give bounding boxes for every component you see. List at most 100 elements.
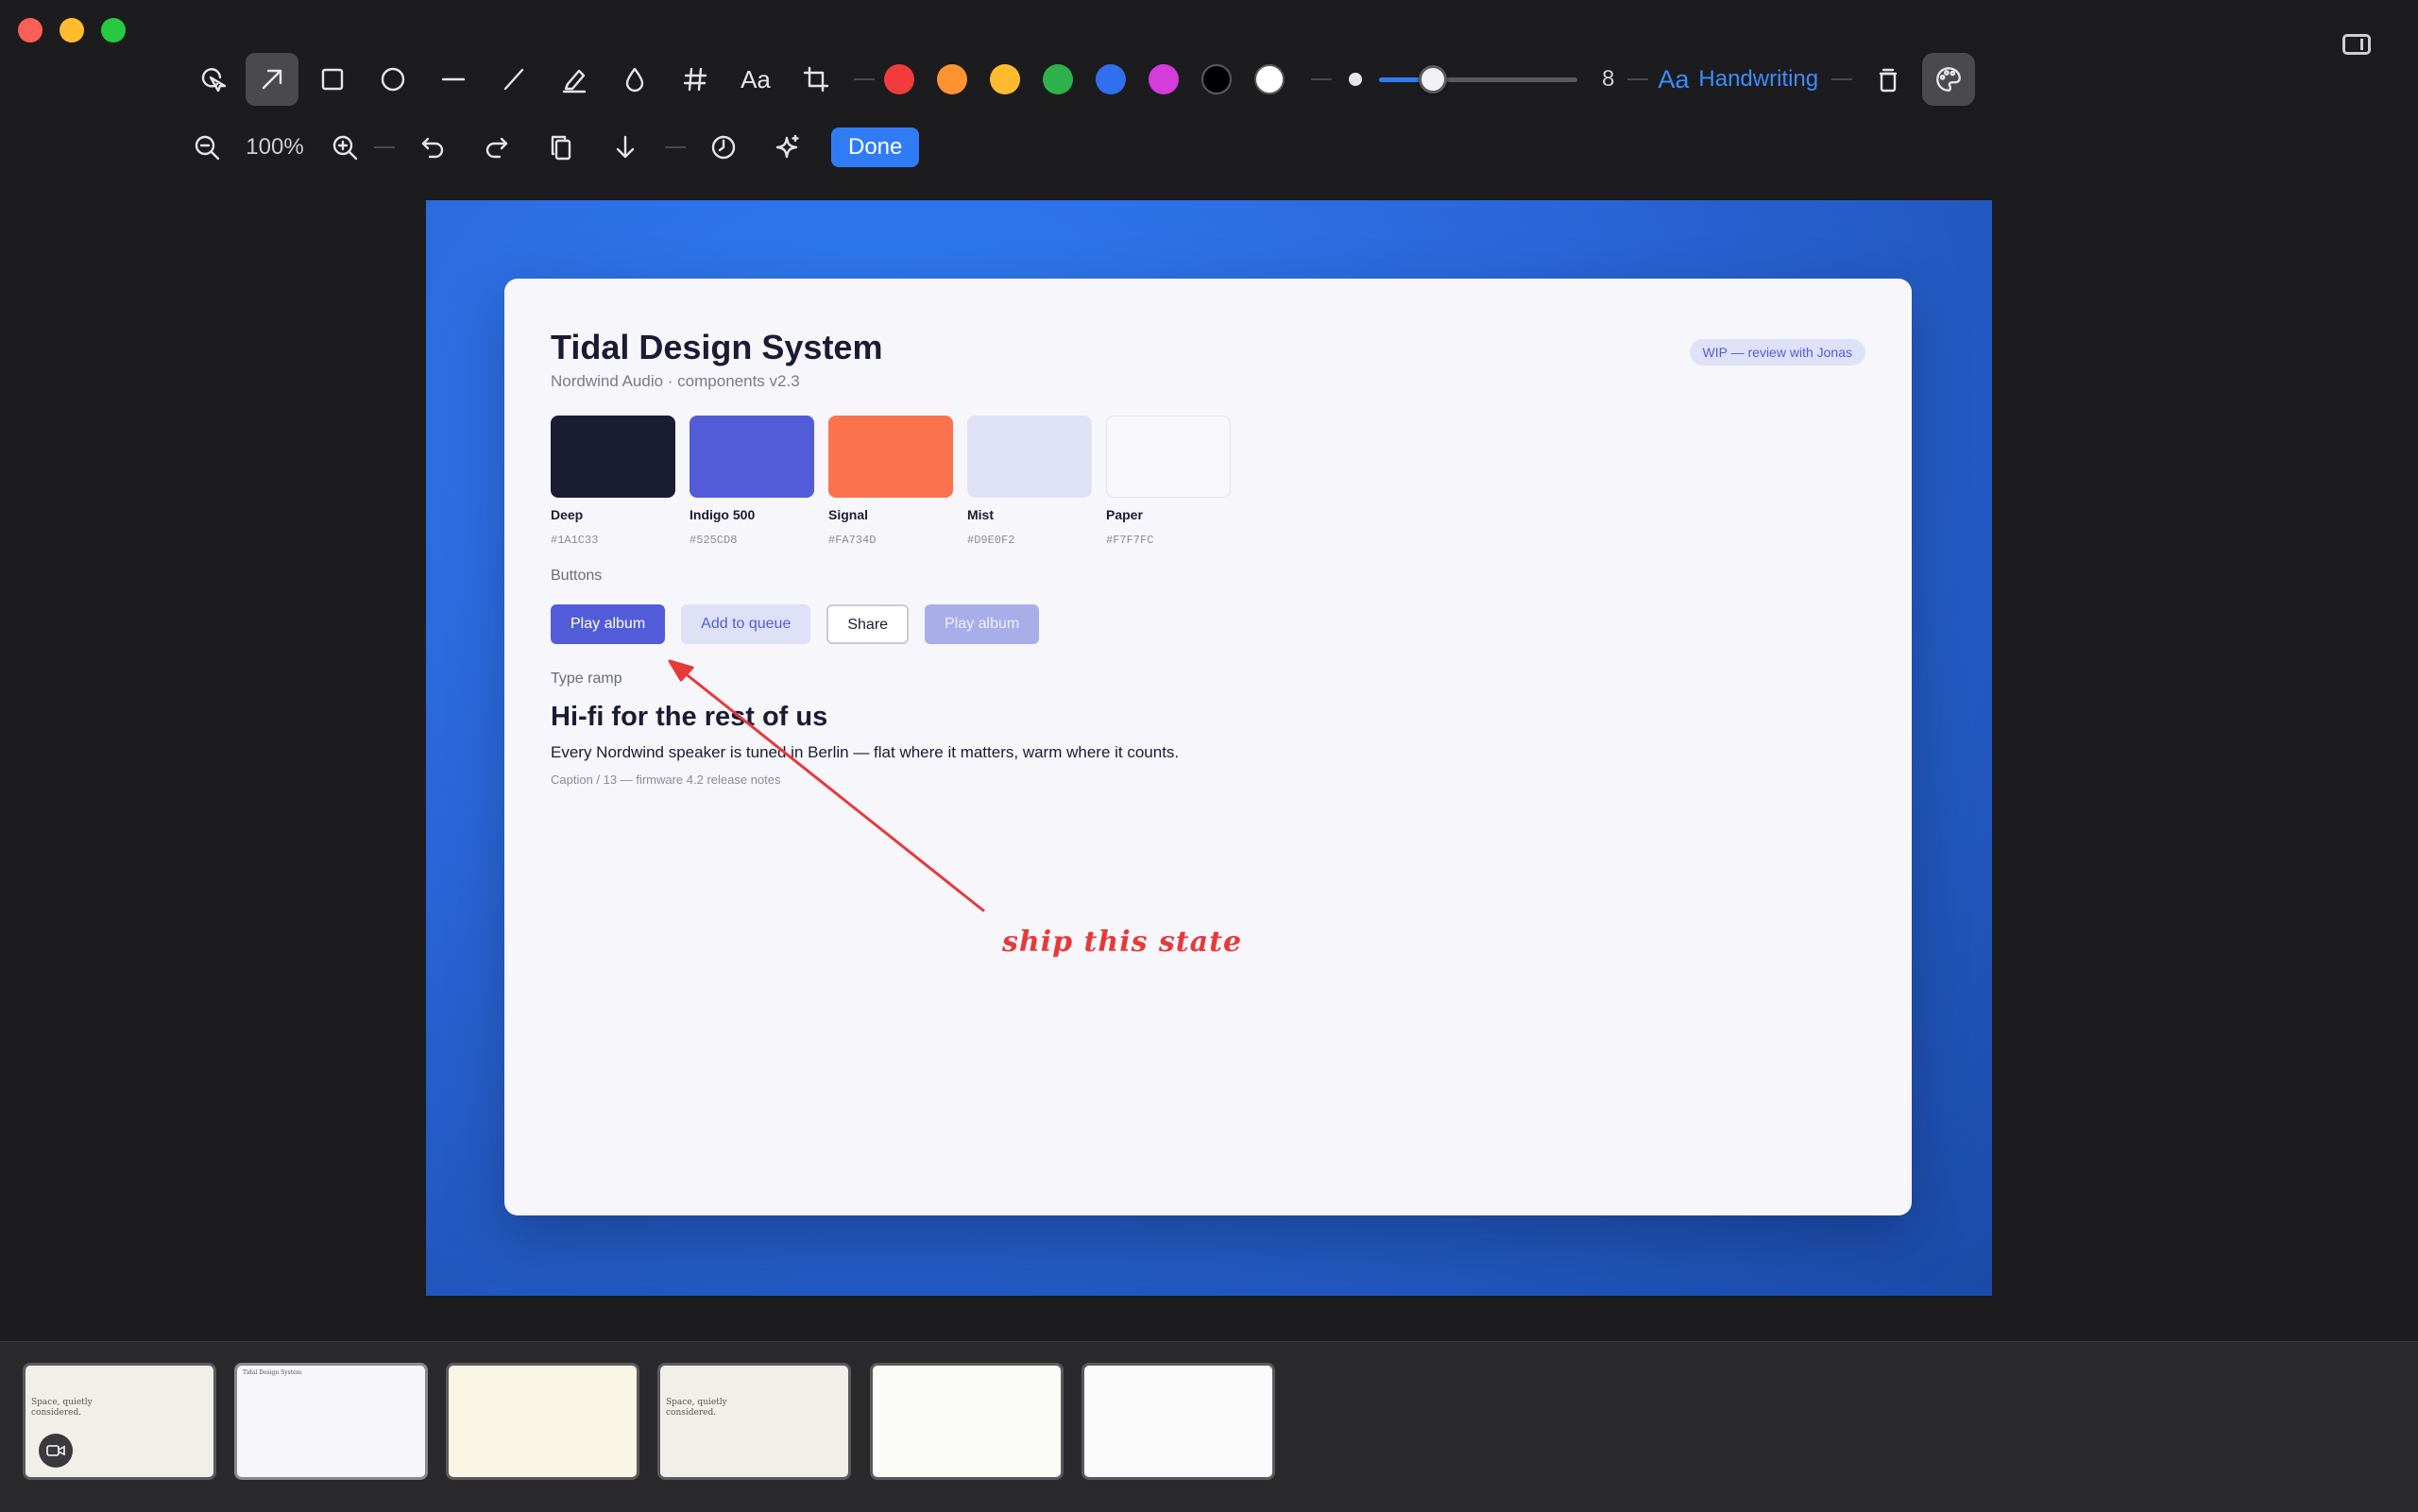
swatch-hex: #525CD8: [690, 534, 738, 547]
color-swatch-3[interactable]: [1043, 64, 1073, 94]
highlighter-tool[interactable]: [548, 53, 601, 106]
status-badge: WIP — review with Jonas: [1689, 339, 1865, 365]
counter-tool[interactable]: [669, 53, 722, 106]
type-caption: Caption / 13 — firmware 4.2 release note…: [551, 773, 781, 787]
close-window-button[interactable]: [18, 18, 43, 42]
line-tool[interactable]: [427, 53, 480, 106]
toolbar-divider: [1311, 78, 1332, 80]
filmstrip-thumbnail[interactable]: Space, quietly considered.: [657, 1363, 851, 1480]
color-swatch-row: Deep #1A1C33 Indigo 500 #525CD8 Signal #FA734…: [551, 416, 1231, 547]
toolbar-divider: [1627, 78, 1649, 80]
stroke-size-slider[interactable]: [1379, 62, 1577, 96]
crop-icon: [803, 66, 829, 93]
video-camera-icon: [46, 1445, 65, 1456]
lasso-icon: [201, 68, 226, 93]
filmstrip-thumbnail[interactable]: Space, quietly considered.: [23, 1363, 216, 1480]
stroke-size-value: 8: [1602, 66, 1615, 92]
color-picker: [884, 64, 1307, 94]
font-style-button[interactable]: Aa Handwriting: [1658, 65, 1818, 94]
color-swatch-card: Paper #F7F7FC: [1106, 416, 1231, 547]
magic-button[interactable]: [759, 126, 816, 169]
video-record-button[interactable]: [39, 1434, 73, 1468]
drawing-toolbar: Aa 8 Aa Handwriting: [185, 53, 1976, 106]
filmstrip-thumbnail[interactable]: [446, 1363, 639, 1480]
drop-icon: [625, 67, 644, 93]
zoom-in-icon: [332, 135, 358, 161]
ellipse-tool[interactable]: [366, 53, 419, 106]
type-body: Every Nordwind speaker is tuned in Berli…: [551, 743, 1180, 761]
swatch-hex: #D9E0F2: [967, 534, 1015, 547]
color-swatch-card: Mist #D9E0F2: [967, 416, 1092, 547]
page-title: Tidal Design System: [551, 328, 883, 366]
color-swatch-card: Deep #1A1C33: [551, 416, 675, 547]
clock-icon: [711, 135, 736, 160]
color-swatch-2[interactable]: [990, 64, 1020, 94]
zoom-out-icon: [195, 135, 220, 161]
buttons-label: Buttons: [551, 568, 603, 584]
pen-tool[interactable]: [487, 53, 540, 106]
demo-button-soft: Add to queue: [681, 604, 811, 644]
stroke-size-small-icon: [1349, 73, 1362, 86]
slider-thumb[interactable]: [1419, 65, 1447, 93]
font-style-label: Handwriting: [1698, 66, 1819, 92]
toolbar-divider: [854, 78, 875, 80]
lasso-select-tool[interactable]: [185, 53, 238, 106]
undo-button[interactable]: [404, 126, 461, 169]
blur-tool[interactable]: [608, 53, 661, 106]
annotation-text[interactable]: ship this state: [1002, 926, 1242, 959]
line-icon: [441, 77, 466, 81]
annotation-canvas[interactable]: Tidal Design System Nordwind Audio · com…: [426, 200, 1992, 1296]
redo-button[interactable]: [468, 126, 525, 169]
save-button[interactable]: [597, 126, 654, 169]
swatch-name: Paper: [1106, 507, 1143, 522]
copy-button[interactable]: [533, 126, 589, 169]
swatch-hex: #F7F7FC: [1106, 534, 1154, 547]
trash-icon: [1879, 68, 1898, 93]
zoom-in-button[interactable]: [323, 126, 366, 169]
swatch-name: Deep: [551, 507, 584, 522]
copy-icon: [551, 135, 571, 161]
layers-button[interactable]: [1862, 53, 1915, 106]
color-swatch-1[interactable]: [937, 64, 967, 94]
filmstrip-thumbnail[interactable]: [870, 1363, 1064, 1480]
zoom-level: 100%: [246, 134, 304, 160]
palette-button[interactable]: [1922, 53, 1976, 106]
view-toolbar: 100% Done: [185, 123, 920, 172]
swatch-color-block: [1106, 416, 1231, 498]
done-button[interactable]: Done: [831, 127, 920, 167]
slider-fill: [1379, 77, 1419, 82]
demo-button-outline: Share: [826, 604, 910, 644]
redo-icon: [485, 137, 508, 159]
swatch-hex: #FA734D: [828, 534, 877, 547]
type-heading: Hi-fi for the rest of us: [551, 702, 828, 732]
circle-icon: [381, 67, 405, 92]
minimize-window-button[interactable]: [60, 18, 84, 42]
swatch-name: Mist: [967, 507, 994, 522]
color-swatch-6[interactable]: [1201, 64, 1232, 94]
text-tool[interactable]: Aa: [729, 53, 782, 106]
history-button[interactable]: [695, 126, 752, 169]
crop-tool[interactable]: [790, 53, 843, 106]
zoom-out-button[interactable]: [185, 126, 229, 169]
filmstrip-thumbnail[interactable]: Tidal Design System: [234, 1363, 428, 1480]
pen-icon: [503, 68, 524, 91]
rectangle-tool[interactable]: [306, 53, 359, 106]
toolbar-divider: [374, 146, 395, 148]
swatch-color-block: [690, 416, 814, 498]
app-window: Aa 8 Aa Handwriting 100% Done Tidal Desi…: [0, 0, 2418, 1512]
sidebar-toggle-icon[interactable]: [2342, 34, 2371, 55]
thumbnail-label: Space, quietly considered.: [666, 1398, 727, 1418]
page-subtitle: Nordwind Audio · components v2.3: [551, 372, 800, 390]
font-icon: Aa: [1658, 64, 1690, 93]
zoom-window-button[interactable]: [101, 18, 126, 42]
filmstrip-thumbnail[interactable]: [1081, 1363, 1275, 1480]
rectangle-icon: [321, 68, 344, 91]
color-swatch-0[interactable]: [884, 64, 914, 94]
color-swatch-4[interactable]: [1096, 64, 1126, 94]
arrow-tool[interactable]: [246, 53, 298, 106]
undo-icon: [421, 137, 444, 159]
swatch-color-block: [828, 416, 953, 498]
color-swatch-7[interactable]: [1254, 64, 1285, 94]
toolbar-divider: [1831, 78, 1853, 80]
color-swatch-5[interactable]: [1149, 64, 1179, 94]
